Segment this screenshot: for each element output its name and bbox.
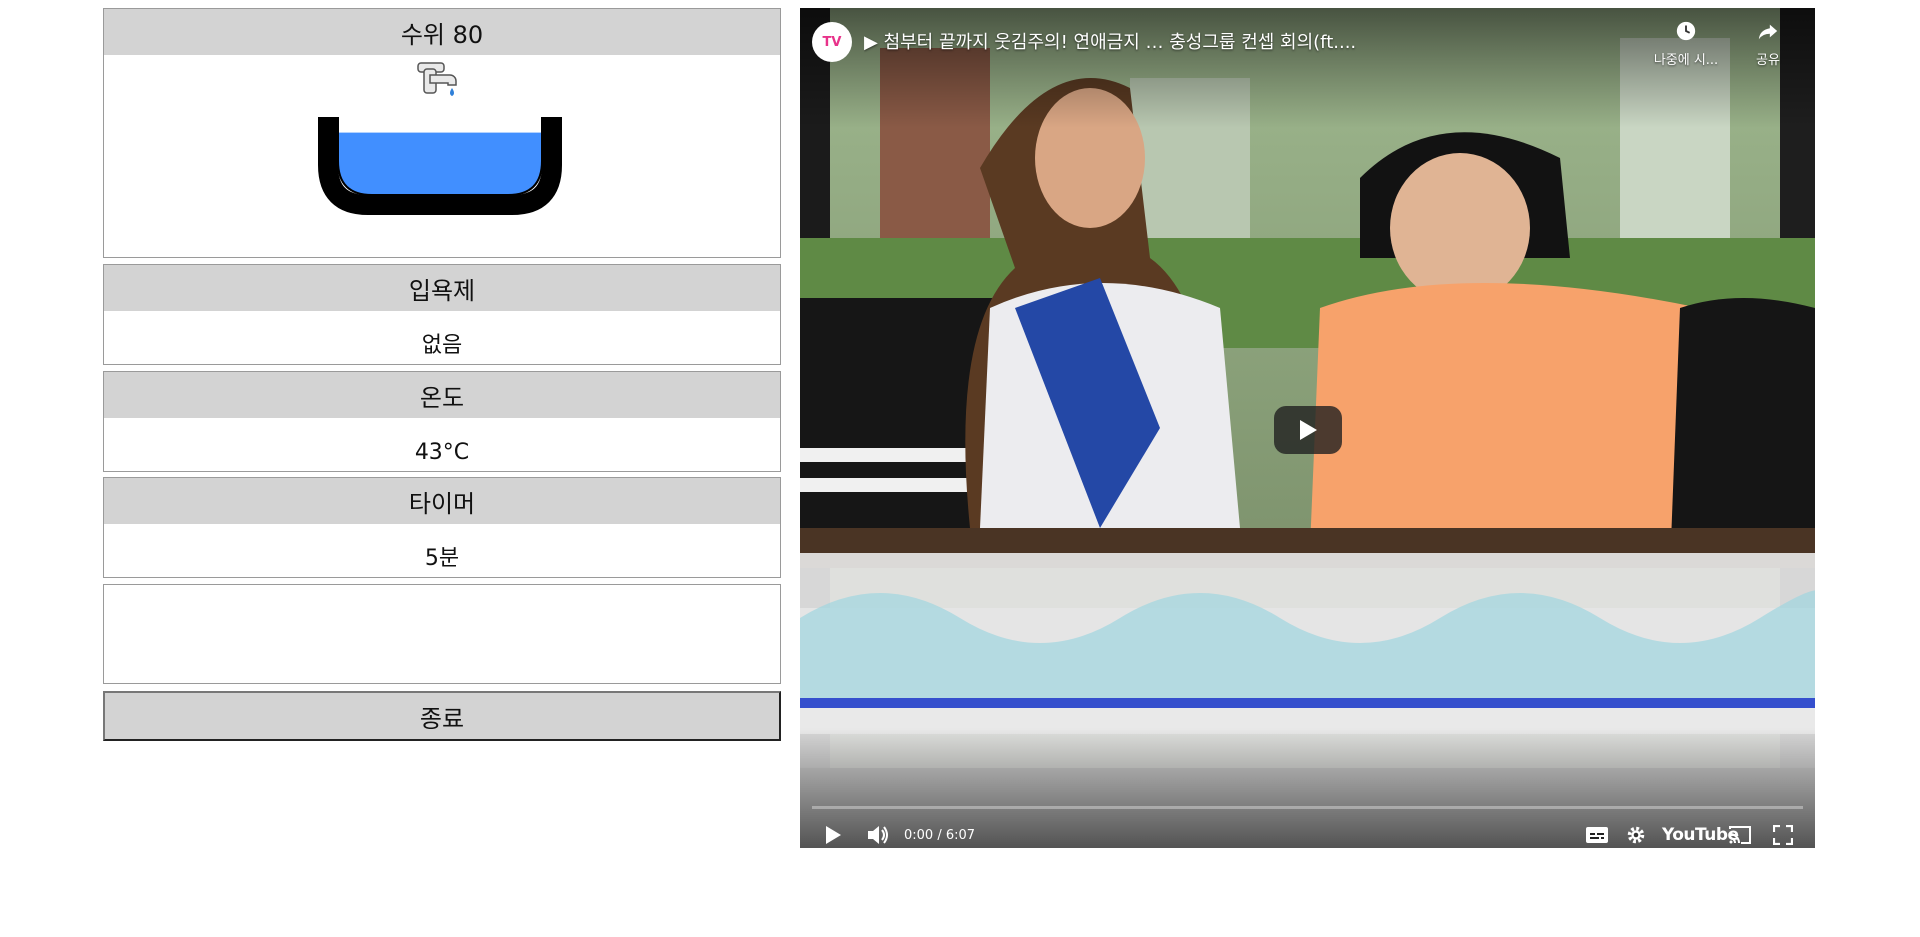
bath-salt-value: 없음 [421, 333, 463, 358]
fullscreen-icon [1773, 825, 1793, 845]
bathtub-graphic [318, 62, 562, 215]
timer-value: 5분 [424, 546, 460, 571]
cast-icon [1729, 826, 1751, 844]
gear-icon [1627, 826, 1645, 844]
control-play-button[interactable] [824, 820, 842, 848]
faucet-icon [417, 62, 457, 96]
temperature-panel: 온도 43°C [103, 371, 781, 472]
share-label: 공유 [1756, 53, 1780, 68]
captions-button[interactable] [1585, 820, 1609, 848]
volume-button[interactable] [866, 820, 890, 848]
empty-panel [103, 584, 781, 684]
settings-button[interactable] [1625, 820, 1647, 848]
temperature-title: 온도 [104, 372, 780, 418]
share-button[interactable]: 공유 [1730, 20, 1806, 68]
bath-salt-title: 입욕제 [104, 265, 780, 311]
time-display: 0:00 / 6:07 [904, 827, 976, 843]
play-icon [826, 826, 841, 844]
end-button[interactable]: 종료 [103, 691, 781, 741]
temperature-value: 43°C [414, 440, 470, 465]
fullscreen-button[interactable] [1773, 820, 1793, 848]
water-fill [338, 132, 542, 195]
timer-panel: 타이머 5분 [103, 477, 781, 578]
captions-icon [1586, 827, 1608, 843]
channel-avatar[interactable]: TV [812, 22, 852, 62]
timer-title: 타이머 [104, 478, 780, 524]
video-title[interactable]: ▶ 첨부터 끝까지 웃김주의! 연애금지 … 충성그룹 컨셉 회의(ft.... [864, 28, 1424, 54]
video-player[interactable]: TV ▶ 첨부터 끝까지 웃김주의! 연애금지 … 충성그룹 컨셉 회의(ft.… [800, 8, 1815, 848]
bath-salt-panel: 입욕제 없음 [103, 264, 781, 365]
play-button[interactable] [1274, 406, 1342, 454]
water-level-panel: 수위 80 [103, 8, 781, 258]
clock-icon [1648, 20, 1724, 49]
volume-icon [868, 826, 888, 844]
share-icon [1730, 20, 1806, 49]
watch-later-button[interactable]: 나중에 시... [1648, 20, 1724, 68]
play-icon [1300, 420, 1317, 440]
cast-button[interactable] [1728, 820, 1752, 848]
watch-later-label: 나중에 시... [1653, 53, 1719, 68]
water-level-title: 수위 80 [104, 9, 780, 55]
progress-bar[interactable] [812, 806, 1803, 809]
